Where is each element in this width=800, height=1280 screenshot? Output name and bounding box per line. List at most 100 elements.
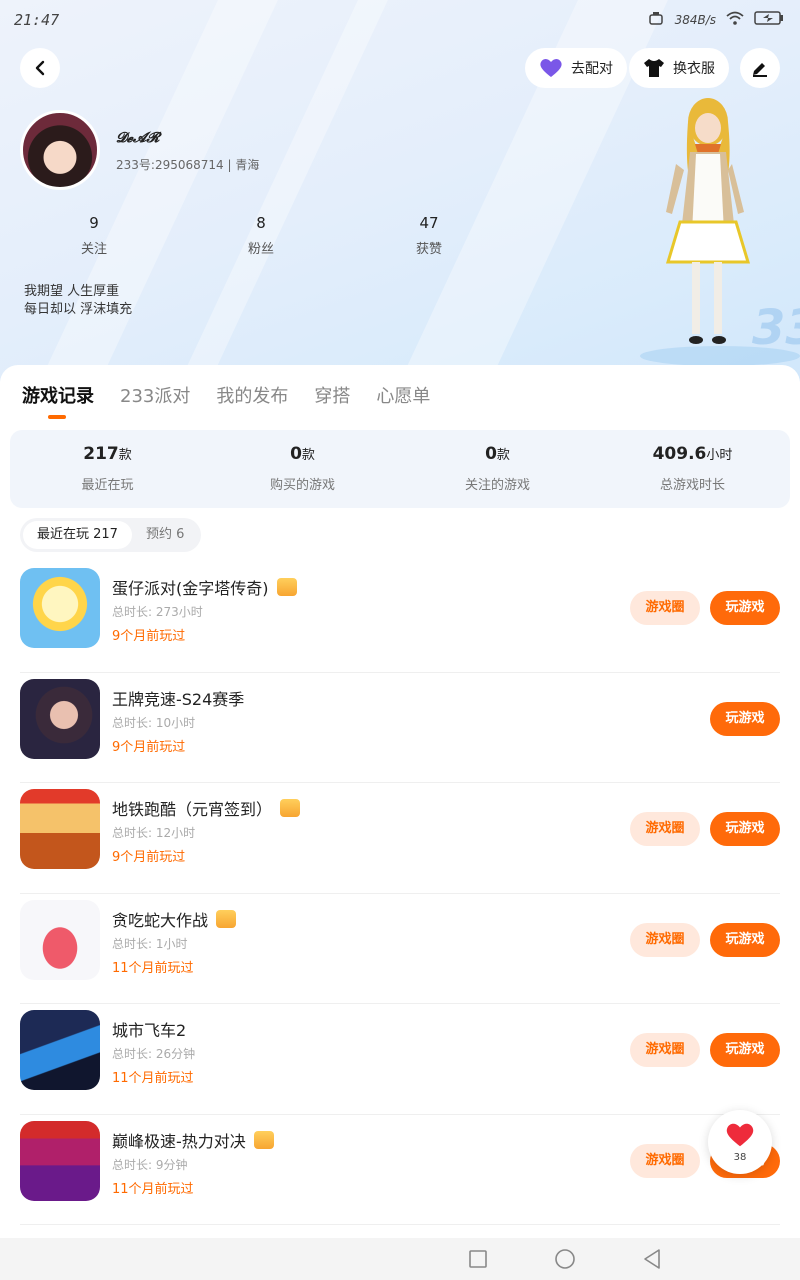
summary-label: 最近在玩 bbox=[81, 478, 134, 493]
list-filter-segment: 最近在玩 217 预约 6 bbox=[20, 518, 202, 552]
bio-line: 我期望 人生厚重 bbox=[24, 284, 120, 299]
game-duration: 总时长: 1小时 bbox=[112, 936, 188, 951]
gift-icon bbox=[276, 578, 297, 596]
game-summary: 217款 最近在玩 0款 购买的游戏 0款 关注的游戏 409.6小时 总游戏时… bbox=[10, 430, 790, 508]
summary-value: 0 bbox=[485, 444, 497, 464]
gift-icon bbox=[280, 799, 301, 817]
home-icon[interactable] bbox=[554, 1248, 576, 1270]
play-game-button[interactable]: 玩游戏 bbox=[710, 591, 780, 625]
stat-followers[interactable]: 8 粉丝 bbox=[221, 214, 301, 257]
profile-tabs: 游戏记录 233派对 我的发布 穿搭 心愿单 bbox=[22, 382, 430, 408]
alarm-icon bbox=[648, 11, 665, 28]
play-game-button[interactable]: 玩游戏 bbox=[710, 812, 780, 846]
game-row[interactable]: 地铁跑酷（元宵签到） 总时长: 12小时 9个月前玩过 游戏圈 玩游戏 bbox=[0, 783, 800, 894]
pencil-icon bbox=[753, 63, 767, 77]
play-game-button[interactable]: 玩游戏 bbox=[710, 701, 780, 736]
avatar[interactable] bbox=[20, 110, 100, 190]
status-time: 21:47 bbox=[14, 11, 60, 29]
active-tab-indicator bbox=[48, 415, 66, 419]
game-last-played: 9个月前玩过 bbox=[112, 629, 186, 644]
play-game-button[interactable]: 玩游戏 bbox=[710, 1033, 780, 1067]
game-row[interactable]: 王牌竞速-S24赛季 总时长: 10小时 9个月前玩过 玩游戏 bbox=[0, 673, 800, 783]
summary-followed[interactable]: 0款 关注的游戏 bbox=[400, 430, 595, 508]
tab-233-party[interactable]: 233派对 bbox=[120, 382, 190, 408]
back-nav-icon[interactable] bbox=[642, 1248, 662, 1270]
game-circle-button[interactable]: 游戏圈 bbox=[630, 1033, 700, 1067]
heart-icon bbox=[540, 59, 562, 77]
summary-recent[interactable]: 217款 最近在玩 bbox=[10, 430, 205, 508]
game-row[interactable]: 贪吃蛇大作战 总时长: 1小时 11个月前玩过 游戏圈 玩游戏 bbox=[0, 894, 800, 1004]
play-game-button[interactable]: 玩游戏 bbox=[710, 922, 780, 957]
tab-my-posts[interactable]: 我的发布 bbox=[216, 382, 288, 408]
stat-following[interactable]: 9 关注 bbox=[54, 214, 134, 257]
back-button[interactable] bbox=[20, 48, 60, 88]
tab-outfits[interactable]: 穿搭 bbox=[314, 382, 350, 408]
game-icon[interactable] bbox=[20, 789, 100, 869]
stat-likes[interactable]: 47 获赞 bbox=[389, 214, 469, 257]
game-title: 蛋仔派对(金字塔传奇) bbox=[112, 579, 269, 598]
summary-purchased[interactable]: 0款 购买的游戏 bbox=[205, 430, 400, 508]
stat-label: 关注 bbox=[80, 242, 107, 257]
nickname: 𝓓𝓮𝓐𝓡 bbox=[116, 130, 160, 146]
game-row[interactable]: 巅峰极速-热力对决 总时长: 9分钟 11个月前玩过 游戏圈 玩游戏 bbox=[0, 1115, 800, 1225]
game-circle-button[interactable]: 游戏圈 bbox=[630, 812, 700, 846]
summary-label: 购买的游戏 bbox=[269, 478, 335, 493]
game-circle-button[interactable]: 游戏圈 bbox=[630, 922, 700, 957]
summary-label: 总游戏时长 bbox=[659, 478, 725, 493]
net-speed: 384B/s bbox=[674, 12, 716, 27]
segment-recent[interactable]: 最近在玩 217 bbox=[23, 521, 132, 549]
game-last-played: 11个月前玩过 bbox=[112, 960, 194, 976]
avatar-character-figure[interactable] bbox=[640, 92, 770, 362]
gift-icon bbox=[216, 909, 237, 928]
game-circle-button[interactable]: 游戏圈 bbox=[630, 1143, 700, 1178]
like-count: 38 bbox=[733, 1152, 747, 1163]
summary-unit: 小时 bbox=[706, 448, 733, 463]
segment-reserved[interactable]: 预约 6 bbox=[132, 521, 198, 549]
change-outfit-button[interactable]: 换衣服 bbox=[629, 48, 729, 88]
game-circle-button[interactable]: 游戏圈 bbox=[630, 591, 700, 625]
stat-number: 9 bbox=[89, 214, 99, 232]
game-icon[interactable] bbox=[20, 678, 100, 759]
bio-line: 每日却以 浮沫填充 bbox=[24, 302, 133, 317]
game-title: 城市飞车2 bbox=[112, 1021, 187, 1040]
gift-icon bbox=[253, 1130, 274, 1149]
tab-wishlist[interactable]: 心愿单 bbox=[376, 382, 430, 408]
game-icon[interactable] bbox=[20, 568, 100, 648]
summary-value: 0 bbox=[290, 444, 302, 464]
game-icon[interactable] bbox=[20, 1120, 100, 1201]
game-title: 王牌竞速-S24赛季 bbox=[112, 689, 245, 709]
game-duration: 总时长: 12小时 bbox=[112, 826, 196, 840]
game-last-played: 11个月前玩过 bbox=[112, 1181, 194, 1197]
edit-profile-button[interactable] bbox=[740, 48, 780, 88]
tab-game-records[interactable]: 游戏记录 bbox=[22, 382, 94, 408]
outfit-label: 换衣服 bbox=[673, 61, 715, 77]
game-list: 蛋仔派对(金字塔传奇) 总时长: 273小时 9个月前玩过 游戏圈 玩游戏 王牌… bbox=[0, 562, 800, 1225]
stat-label: 获赞 bbox=[415, 242, 442, 257]
summary-value: 217 bbox=[83, 444, 119, 464]
stat-label: 粉丝 bbox=[247, 242, 274, 257]
game-icon[interactable] bbox=[20, 899, 100, 980]
stat-number: 8 bbox=[256, 214, 266, 232]
game-last-played: 9个月前玩过 bbox=[112, 850, 186, 865]
recent-apps-icon[interactable] bbox=[468, 1249, 488, 1269]
game-last-played: 9个月前玩过 bbox=[112, 739, 186, 755]
game-last-played: 11个月前玩过 bbox=[112, 1071, 194, 1086]
floating-like-button[interactable]: 38 bbox=[708, 1110, 772, 1174]
game-row[interactable]: 蛋仔派对(金字塔传奇) 总时长: 273小时 9个月前玩过 游戏圈 玩游戏 bbox=[0, 562, 800, 673]
game-icon[interactable] bbox=[20, 1010, 100, 1090]
game-duration: 总时长: 9分钟 bbox=[112, 1157, 188, 1172]
summary-unit: 款 bbox=[496, 448, 510, 463]
game-row[interactable]: 城市飞车2 总时长: 26分钟 11个月前玩过 游戏圈 玩游戏 bbox=[0, 1004, 800, 1115]
game-duration: 总时长: 10小时 bbox=[112, 715, 196, 730]
summary-label: 关注的游戏 bbox=[464, 478, 530, 493]
game-duration: 总时长: 26分钟 bbox=[112, 1047, 196, 1061]
status-bar: 21:47 384B/s bbox=[0, 0, 800, 40]
game-title: 贪吃蛇大作战 bbox=[112, 910, 209, 930]
match-label: 去配对 bbox=[571, 61, 613, 77]
match-button[interactable]: 去配对 bbox=[525, 48, 627, 88]
heart-icon bbox=[726, 1123, 754, 1147]
stat-number: 47 bbox=[419, 214, 439, 232]
summary-value: 409.6 bbox=[652, 444, 707, 464]
bio: 我期望 人生厚重 每日却以 浮沫填充 bbox=[24, 283, 132, 319]
system-nav-bar bbox=[0, 1238, 800, 1280]
